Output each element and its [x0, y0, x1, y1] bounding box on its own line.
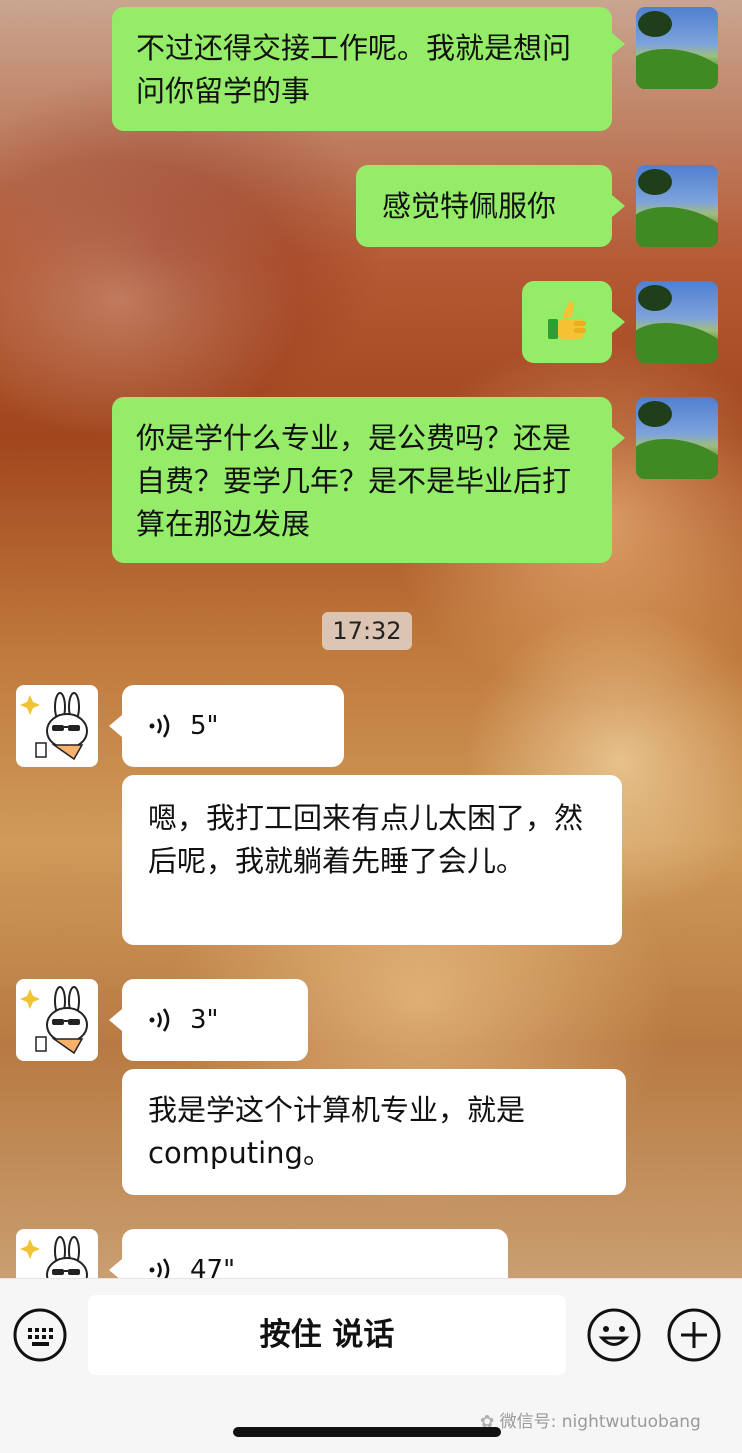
voice-duration: 5": [190, 711, 219, 741]
thumbs-up-icon: [548, 301, 586, 339]
bunny-icon: [20, 692, 88, 761]
message-text: 你是学什么专业，是公费吗？还是自费？要学几年？是不是毕业后打算在那边发展: [136, 421, 572, 541]
my-avatar[interactable]: [636, 397, 718, 479]
contact-avatar[interactable]: [16, 685, 98, 767]
transcript-text: 嗯，我打工回来有点儿太困了，然后呢，我就躺着先睡了会儿。: [148, 801, 584, 878]
message-bubble[interactable]: 感觉特佩服你: [356, 165, 612, 247]
plus-icon[interactable]: [666, 1307, 722, 1363]
contact-avatar[interactable]: [16, 979, 98, 1061]
hold-to-talk-button[interactable]: 按住 说话: [88, 1295, 566, 1375]
bunny-icon: [20, 986, 88, 1055]
bubble-tail: [612, 33, 625, 55]
watermark: ✿ 微信号: nightwutuobang: [480, 1407, 701, 1432]
input-bar: 按住 说话 ✿ 微信号: nightwutuobang: [0, 1278, 742, 1453]
voice-duration: 3": [190, 1005, 219, 1035]
voice-message-bubble[interactable]: 5": [122, 685, 344, 767]
my-avatar[interactable]: [636, 7, 718, 89]
voice-transcript-bubble[interactable]: 我是学这个计算机专业，就是computing。: [122, 1069, 626, 1195]
bubble-tail: [612, 427, 625, 449]
message-text: 感觉特佩服你: [382, 189, 557, 223]
bubble-tail: [612, 195, 625, 217]
voice-transcript-bubble[interactable]: 嗯，我打工回来有点儿太困了，然后呢，我就躺着先睡了会儿。: [122, 775, 622, 945]
my-avatar[interactable]: [636, 281, 718, 363]
message-bubble[interactable]: [522, 281, 612, 363]
emoji-icon[interactable]: [586, 1307, 642, 1363]
voice-message-bubble[interactable]: 3": [122, 979, 308, 1061]
transcript-text: 我是学这个计算机专业，就是computing。: [148, 1093, 526, 1170]
message-text: 不过还得交接工作呢。我就是想问问你留学的事: [136, 31, 572, 108]
watermark-text: 微信号: nightwutuobang: [499, 1412, 701, 1432]
bubble-tail: [612, 311, 625, 333]
home-indicator[interactable]: [233, 1427, 501, 1437]
my-avatar[interactable]: [636, 165, 718, 247]
keyboard-icon[interactable]: [12, 1307, 68, 1363]
bubble-tail: [109, 1009, 122, 1031]
message-bubble[interactable]: 你是学什么专业，是公费吗？还是自费？要学几年？是不是毕业后打算在那边发展: [112, 397, 612, 563]
voice-wave-icon: [149, 1008, 170, 1032]
timestamp: 17:32: [322, 612, 412, 650]
bubble-tail: [109, 715, 122, 737]
voice-wave-icon: [149, 714, 170, 738]
message-bubble[interactable]: 不过还得交接工作呢。我就是想问问你留学的事: [112, 7, 612, 131]
